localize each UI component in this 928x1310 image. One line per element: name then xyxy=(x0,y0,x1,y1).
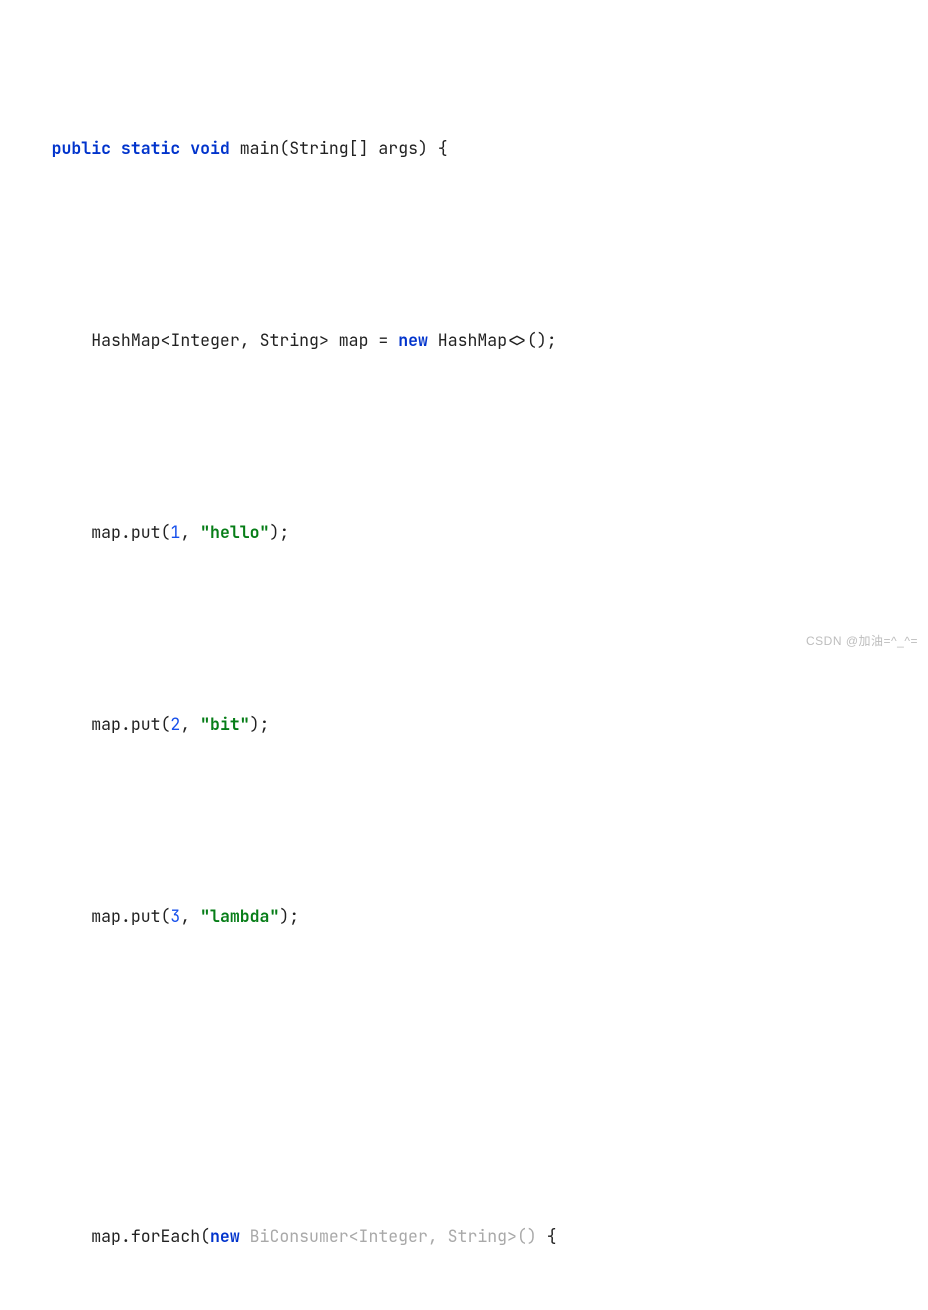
angle: > xyxy=(319,329,329,351)
string: "hello" xyxy=(200,521,269,543)
tail: ); xyxy=(269,521,289,543)
keyword: public xyxy=(52,137,111,159)
space xyxy=(368,137,378,159)
diamond: <> xyxy=(507,329,527,351)
call: map.put( xyxy=(91,713,170,735)
comma: , xyxy=(180,713,200,735)
paren: ) xyxy=(418,137,428,159)
indent xyxy=(52,713,92,735)
inferred-type: BiConsumer<Integer, String>() xyxy=(250,1225,537,1247)
parameter: args xyxy=(378,137,418,159)
indent xyxy=(52,329,92,351)
comma: , xyxy=(180,521,200,543)
call: map.forEach( xyxy=(91,1225,210,1247)
code-line: map.put(2, "bit"); xyxy=(0,676,928,772)
constructor: HashMap xyxy=(438,329,507,351)
code-line: HashMap<Integer, String> map = new HashM… xyxy=(0,292,928,388)
paren: ( xyxy=(279,137,289,159)
number: 1 xyxy=(170,521,180,543)
space xyxy=(329,329,339,351)
equals: = xyxy=(368,329,398,351)
indent xyxy=(52,521,92,543)
number: 3 xyxy=(170,905,180,927)
space xyxy=(428,329,438,351)
variable: map xyxy=(339,329,369,351)
code-line: map.put(3, "lambda"); xyxy=(0,868,928,964)
call: map.put( xyxy=(91,521,170,543)
code-editor[interactable]: public static void main(String[] args) {… xyxy=(0,0,928,1310)
tail: ); xyxy=(250,713,270,735)
tail: ); xyxy=(279,905,299,927)
code-line: map.forEach(new BiConsumer<Integer, Stri… xyxy=(0,1188,928,1284)
code-line: map.put(1, "hello"); xyxy=(0,484,928,580)
comma: , xyxy=(240,329,260,351)
method-name: main xyxy=(240,137,280,159)
string: "bit" xyxy=(200,713,250,735)
brace: { xyxy=(537,1225,557,1247)
tail: (); xyxy=(527,329,557,351)
angle: < xyxy=(161,329,171,351)
indent xyxy=(52,905,92,927)
type: Integer xyxy=(170,329,239,351)
number: 2 xyxy=(170,713,180,735)
type: String xyxy=(289,137,348,159)
brackets: [] xyxy=(349,137,369,159)
type: String xyxy=(260,329,319,351)
string: "lambda" xyxy=(200,905,279,927)
keyword: new xyxy=(210,1225,240,1247)
space xyxy=(240,1225,250,1247)
brace: { xyxy=(428,137,448,159)
code-line: public static void main(String[] args) { xyxy=(0,100,928,196)
indent xyxy=(52,1225,92,1247)
keyword: void xyxy=(190,137,230,159)
comma: , xyxy=(180,905,200,927)
type: HashMap xyxy=(91,329,160,351)
call: map.put( xyxy=(91,905,170,927)
code-line-blank xyxy=(0,1060,928,1092)
keyword: static xyxy=(121,137,180,159)
keyword: new xyxy=(398,329,428,351)
